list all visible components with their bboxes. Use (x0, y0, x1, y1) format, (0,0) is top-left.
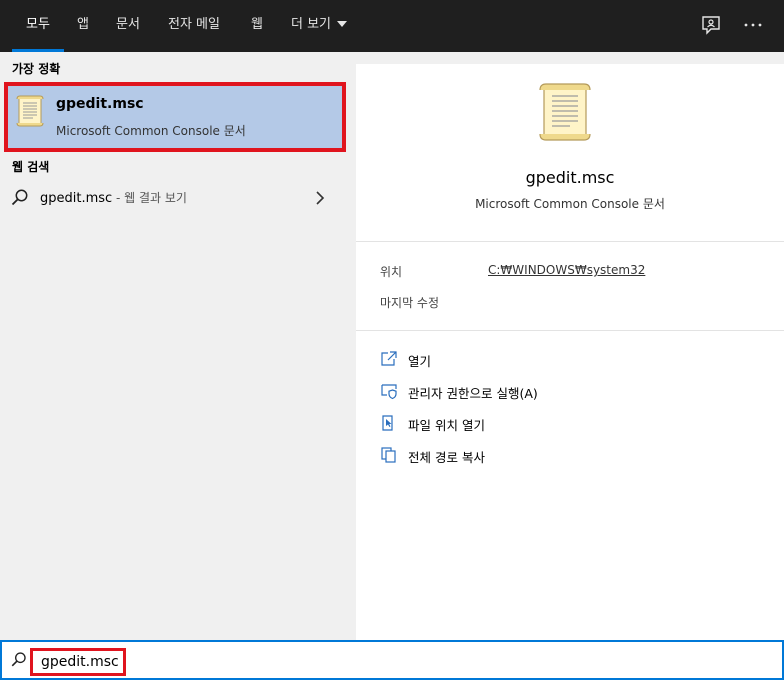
preview-title: gpedit.msc (525, 168, 615, 187)
best-match-subtitle: Microsoft Common Console 문서 (56, 124, 246, 138)
file-location-icon (380, 414, 398, 436)
chevron-down-icon (337, 20, 348, 27)
web-result-item[interactable]: gpedit.msc - 웹 결과 보기 (0, 180, 344, 216)
action-run-as-admin[interactable]: 관리자 권한으로 실행(A) (380, 380, 760, 404)
results-panel: 가장 정확 gpedit.msc Microsoft Common Consol… (0, 52, 346, 640)
divider (356, 241, 784, 242)
feedback-icon[interactable] (700, 14, 722, 36)
action-open-file-location-label: 파일 위치 열기 (408, 418, 485, 433)
tab-email[interactable]: 전자 메일 (168, 0, 220, 52)
tab-apps[interactable]: 앱 (77, 0, 89, 52)
search-input[interactable] (30, 648, 126, 676)
top-bar: 모두 앱 문서 전자 메일 웹 더 보기 (0, 0, 784, 52)
search-icon (10, 188, 30, 212)
action-open[interactable]: 열기 (380, 348, 760, 372)
action-open-label: 열기 (408, 354, 432, 369)
scroll-document-icon (14, 94, 46, 132)
best-match-header: 가장 정확 (12, 62, 61, 76)
action-open-file-location[interactable]: 파일 위치 열기 (380, 412, 760, 436)
tab-all[interactable]: 모두 (12, 0, 64, 52)
shield-icon (380, 382, 398, 404)
tab-documents[interactable]: 문서 (116, 0, 140, 52)
web-result-query: gpedit.msc (40, 191, 113, 206)
location-link[interactable]: C:₩WINDOWS₩system32 (488, 263, 645, 277)
best-match-title: gpedit.msc (56, 96, 144, 112)
divider (356, 330, 784, 331)
scroll-document-large-icon (534, 80, 596, 148)
open-icon (380, 350, 398, 372)
action-run-as-admin-label: 관리자 권한으로 실행(A) (408, 386, 538, 401)
web-search-header: 웹 검색 (12, 160, 50, 174)
search-icon (10, 651, 28, 673)
best-match-item[interactable]: gpedit.msc Microsoft Common Console 문서 (4, 82, 346, 152)
search-bar (0, 640, 784, 680)
location-label: 위치 (380, 265, 403, 279)
action-copy-full-path-label: 전체 경로 복사 (408, 450, 485, 465)
chevron-right-icon[interactable] (314, 190, 326, 210)
web-result-suffix: - 웹 결과 보기 (112, 191, 187, 205)
last-modified-label: 마지막 수정 (380, 296, 440, 310)
tab-more[interactable]: 더 보기 (291, 0, 348, 52)
tab-web[interactable]: 웹 (251, 0, 263, 52)
copy-icon (380, 446, 398, 468)
more-options-icon[interactable] (742, 14, 764, 36)
preview-subtitle: Microsoft Common Console 문서 (475, 197, 665, 211)
preview-panel: gpedit.msc Microsoft Common Console 문서 위… (356, 64, 784, 640)
action-copy-full-path[interactable]: 전체 경로 복사 (380, 444, 760, 468)
